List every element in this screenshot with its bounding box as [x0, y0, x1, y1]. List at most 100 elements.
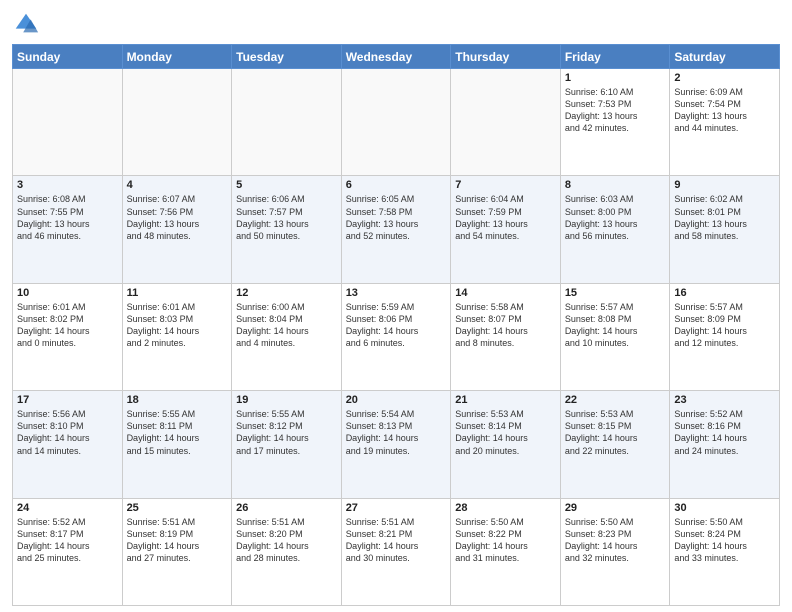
day-number: 7 [455, 179, 556, 191]
day-number: 5 [236, 179, 337, 191]
day-number: 2 [674, 72, 775, 84]
day-number: 25 [127, 502, 228, 514]
day-number: 22 [565, 394, 666, 406]
calendar-cell: 29 Sunrise: 5:50 AM Sunset: 8:23 PM Dayli… [560, 498, 670, 605]
day-info: Sunrise: 6:08 AM Sunset: 7:55 PM Dayligh… [17, 193, 118, 242]
day-number: 8 [565, 179, 666, 191]
calendar-day-header: Monday [122, 45, 232, 69]
day-info: Sunrise: 5:57 AM Sunset: 8:08 PM Dayligh… [565, 301, 666, 350]
day-info: Sunrise: 5:50 AM Sunset: 8:23 PM Dayligh… [565, 516, 666, 565]
header [12, 10, 780, 38]
day-number: 11 [127, 287, 228, 299]
calendar-week-row: 17 Sunrise: 5:56 AM Sunset: 8:10 PM Dayli… [13, 391, 780, 498]
day-info: Sunrise: 5:51 AM Sunset: 8:20 PM Dayligh… [236, 516, 337, 565]
day-number: 9 [674, 179, 775, 191]
day-info: Sunrise: 5:50 AM Sunset: 8:22 PM Dayligh… [455, 516, 556, 565]
day-number: 24 [17, 502, 118, 514]
calendar-cell [232, 69, 342, 176]
day-number: 15 [565, 287, 666, 299]
calendar-day-header: Thursday [451, 45, 561, 69]
calendar-cell: 18Sunrise: 5:55 AM Sunset: 8:11 PM Dayli… [122, 391, 232, 498]
logo-icon [12, 10, 40, 38]
day-number: 13 [346, 287, 447, 299]
calendar-day-header: Tuesday [232, 45, 342, 69]
day-info: Sunrise: 5:56 AM Sunset: 8:10 PM Dayligh… [17, 408, 118, 457]
calendar-day-header: Saturday [670, 45, 780, 69]
logo [12, 10, 44, 38]
calendar-cell [122, 69, 232, 176]
day-info: Sunrise: 6:00 AM Sunset: 8:04 PM Dayligh… [236, 301, 337, 350]
calendar-cell: 24Sunrise: 5:52 AM Sunset: 8:17 PM Dayli… [13, 498, 123, 605]
day-info: Sunrise: 6:03 AM Sunset: 8:00 PM Dayligh… [565, 193, 666, 242]
calendar-cell [451, 69, 561, 176]
day-info: Sunrise: 5:57 AM Sunset: 8:09 PM Dayligh… [674, 301, 775, 350]
calendar-cell: 12 Sunrise: 6:00 AM Sunset: 8:04 PM Dayli… [232, 283, 342, 390]
day-info: Sunrise: 6:06 AM Sunset: 7:57 PM Dayligh… [236, 193, 337, 242]
calendar-cell: 27 Sunrise: 5:51 AM Sunset: 8:21 PM Dayli… [341, 498, 451, 605]
day-info: Sunrise: 5:50 AM Sunset: 8:24 PM Dayligh… [674, 516, 775, 565]
calendar-cell: 20 Sunrise: 5:54 AM Sunset: 8:13 PM Dayli… [341, 391, 451, 498]
day-number: 10 [17, 287, 118, 299]
day-number: 17 [17, 394, 118, 406]
day-info: Sunrise: 6:04 AM Sunset: 7:59 PM Dayligh… [455, 193, 556, 242]
calendar-cell: 2 Sunrise: 6:09 AM Sunset: 7:54 PM Daylig… [670, 69, 780, 176]
calendar-day-header: Wednesday [341, 45, 451, 69]
calendar-week-row: 10 Sunrise: 6:01 AM Sunset: 8:02 PM Dayli… [13, 283, 780, 390]
calendar-cell: 7 Sunrise: 6:04 AM Sunset: 7:59 PM Daylig… [451, 176, 561, 283]
calendar-cell: 23Sunrise: 5:52 AM Sunset: 8:16 PM Dayli… [670, 391, 780, 498]
calendar-cell: 14Sunrise: 5:58 AM Sunset: 8:07 PM Dayli… [451, 283, 561, 390]
day-number: 27 [346, 502, 447, 514]
calendar-cell: 30 Sunrise: 5:50 AM Sunset: 8:24 PM Dayli… [670, 498, 780, 605]
day-number: 19 [236, 394, 337, 406]
calendar-cell: 5 Sunrise: 6:06 AM Sunset: 7:57 PM Daylig… [232, 176, 342, 283]
day-info: Sunrise: 5:53 AM Sunset: 8:14 PM Dayligh… [455, 408, 556, 457]
calendar-cell: 8 Sunrise: 6:03 AM Sunset: 8:00 PM Daylig… [560, 176, 670, 283]
calendar-week-row: 1 Sunrise: 6:10 AM Sunset: 7:53 PM Daylig… [13, 69, 780, 176]
calendar-week-row: 24Sunrise: 5:52 AM Sunset: 8:17 PM Dayli… [13, 498, 780, 605]
calendar-cell [341, 69, 451, 176]
day-number: 26 [236, 502, 337, 514]
day-number: 12 [236, 287, 337, 299]
day-number: 21 [455, 394, 556, 406]
day-info: Sunrise: 5:59 AM Sunset: 8:06 PM Dayligh… [346, 301, 447, 350]
day-info: Sunrise: 5:54 AM Sunset: 8:13 PM Dayligh… [346, 408, 447, 457]
calendar-day-header: Friday [560, 45, 670, 69]
day-number: 20 [346, 394, 447, 406]
day-number: 1 [565, 72, 666, 84]
calendar-cell: 13 Sunrise: 5:59 AM Sunset: 8:06 PM Dayli… [341, 283, 451, 390]
calendar-week-row: 3Sunrise: 6:08 AM Sunset: 7:55 PM Daylig… [13, 176, 780, 283]
day-info: Sunrise: 5:51 AM Sunset: 8:19 PM Dayligh… [127, 516, 228, 565]
calendar-cell: 4Sunrise: 6:07 AM Sunset: 7:56 PM Daylig… [122, 176, 232, 283]
day-info: Sunrise: 5:52 AM Sunset: 8:16 PM Dayligh… [674, 408, 775, 457]
day-info: Sunrise: 6:01 AM Sunset: 8:03 PM Dayligh… [127, 301, 228, 350]
calendar-cell: 26 Sunrise: 5:51 AM Sunset: 8:20 PM Dayli… [232, 498, 342, 605]
calendar-cell: 28 Sunrise: 5:50 AM Sunset: 8:22 PM Dayli… [451, 498, 561, 605]
calendar-cell: 10 Sunrise: 6:01 AM Sunset: 8:02 PM Dayli… [13, 283, 123, 390]
calendar-cell: 9 Sunrise: 6:02 AM Sunset: 8:01 PM Daylig… [670, 176, 780, 283]
day-info: Sunrise: 5:55 AM Sunset: 8:12 PM Dayligh… [236, 408, 337, 457]
day-info: Sunrise: 5:55 AM Sunset: 8:11 PM Dayligh… [127, 408, 228, 457]
day-info: Sunrise: 6:07 AM Sunset: 7:56 PM Dayligh… [127, 193, 228, 242]
day-number: 29 [565, 502, 666, 514]
day-info: Sunrise: 6:10 AM Sunset: 7:53 PM Dayligh… [565, 86, 666, 135]
day-info: Sunrise: 6:01 AM Sunset: 8:02 PM Dayligh… [17, 301, 118, 350]
day-info: Sunrise: 6:02 AM Sunset: 8:01 PM Dayligh… [674, 193, 775, 242]
day-number: 16 [674, 287, 775, 299]
calendar-cell: 22Sunrise: 5:53 AM Sunset: 8:15 PM Dayli… [560, 391, 670, 498]
calendar-cell: 17 Sunrise: 5:56 AM Sunset: 8:10 PM Dayli… [13, 391, 123, 498]
day-info: Sunrise: 5:58 AM Sunset: 8:07 PM Dayligh… [455, 301, 556, 350]
calendar-table: SundayMondayTuesdayWednesdayThursdayFrid… [12, 44, 780, 606]
day-number: 28 [455, 502, 556, 514]
day-number: 30 [674, 502, 775, 514]
day-info: Sunrise: 5:51 AM Sunset: 8:21 PM Dayligh… [346, 516, 447, 565]
main-container: SundayMondayTuesdayWednesdayThursdayFrid… [0, 0, 792, 612]
calendar-cell: 1 Sunrise: 6:10 AM Sunset: 7:53 PM Daylig… [560, 69, 670, 176]
day-info: Sunrise: 6:09 AM Sunset: 7:54 PM Dayligh… [674, 86, 775, 135]
calendar-cell: 25 Sunrise: 5:51 AM Sunset: 8:19 PM Dayli… [122, 498, 232, 605]
calendar-cell: 3Sunrise: 6:08 AM Sunset: 7:55 PM Daylig… [13, 176, 123, 283]
calendar-cell: 21 Sunrise: 5:53 AM Sunset: 8:14 PM Dayli… [451, 391, 561, 498]
calendar-cell [13, 69, 123, 176]
calendar-day-header: Sunday [13, 45, 123, 69]
day-info: Sunrise: 6:05 AM Sunset: 7:58 PM Dayligh… [346, 193, 447, 242]
calendar-cell: 6Sunrise: 6:05 AM Sunset: 7:58 PM Daylig… [341, 176, 451, 283]
